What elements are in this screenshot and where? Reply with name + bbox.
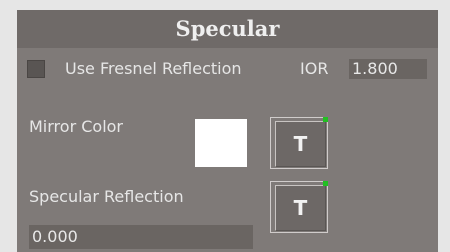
specular-reflection-input[interactable]: 0.000 bbox=[29, 225, 253, 249]
specular-reflection-texture-button[interactable]: T bbox=[270, 181, 328, 233]
ior-input[interactable]: 1.800 bbox=[349, 59, 427, 79]
panel-title: Specular bbox=[17, 10, 438, 48]
specular-panel: Specular Use Fresnel Reflection IOR 1.80… bbox=[17, 10, 438, 252]
fresnel-checkbox[interactable] bbox=[27, 60, 45, 78]
mirror-color-label: Mirror Color bbox=[29, 117, 123, 136]
texture-button-label: T bbox=[275, 185, 326, 231]
texture-indicator-icon bbox=[323, 181, 328, 186]
texture-button-label: T bbox=[275, 121, 326, 167]
fresnel-label: Use Fresnel Reflection bbox=[65, 59, 242, 78]
mirror-color-texture-button[interactable]: T bbox=[270, 117, 328, 169]
ior-label: IOR bbox=[300, 59, 329, 78]
texture-indicator-icon bbox=[323, 117, 328, 122]
mirror-color-swatch[interactable] bbox=[195, 119, 247, 167]
specular-reflection-label: Specular Reflection bbox=[29, 187, 184, 206]
